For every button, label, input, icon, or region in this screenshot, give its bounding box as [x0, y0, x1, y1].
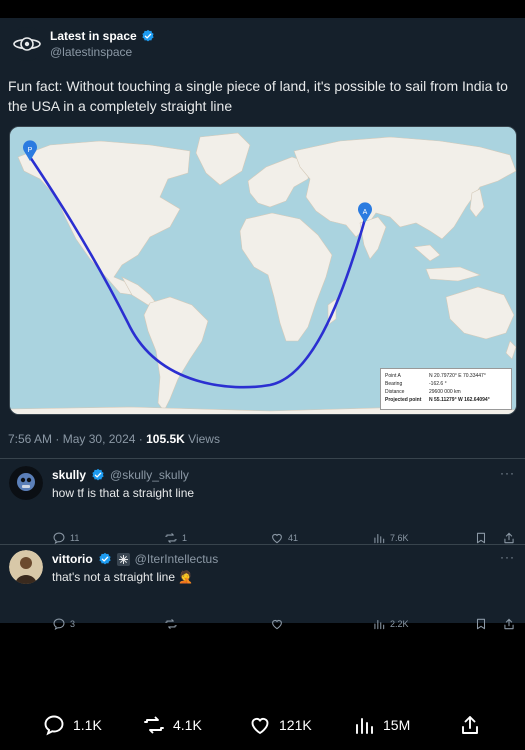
- reply-count: 1.1K: [73, 717, 102, 733]
- post-card: Latest in space @latestinspace Fun fact:…: [0, 18, 525, 631]
- author-block: Latest in space @latestinspace: [50, 29, 155, 59]
- share-icon: [504, 532, 514, 544]
- views-count: 105.5K: [146, 432, 185, 446]
- repost-button[interactable]: 1: [164, 531, 187, 545]
- author-handle[interactable]: @latestinspace: [50, 45, 155, 59]
- views-label: Views: [188, 432, 220, 446]
- reply-author-name[interactable]: vittorio: [52, 552, 93, 566]
- share-button[interactable]: [502, 531, 516, 545]
- views-button[interactable]: 2.2K: [372, 617, 409, 631]
- like-button[interactable]: [270, 617, 288, 631]
- like-icon: [272, 533, 282, 544]
- like-count: 121K: [279, 717, 312, 733]
- views-icon: [356, 718, 373, 734]
- pin-start-label: P: [28, 147, 33, 154]
- divider: [0, 458, 525, 459]
- bookmark-icon: [476, 532, 486, 544]
- views-count: 15M: [383, 717, 411, 733]
- views-icon: [374, 619, 385, 630]
- like-icon: [272, 619, 282, 630]
- reply-author-name[interactable]: skully: [52, 468, 86, 482]
- reply-author-handle[interactable]: @IterIntellectus: [135, 552, 219, 566]
- reply-author-handle[interactable]: @skully_skully: [110, 468, 189, 482]
- reply-button[interactable]: 1.1K: [42, 713, 102, 737]
- map-info-box: Point AN 20.79720° E 70.33447° Bearing -1…: [380, 368, 512, 410]
- repost-icon: [144, 716, 164, 734]
- share-button[interactable]: [502, 617, 516, 631]
- reply-icon: [53, 532, 65, 545]
- affiliate-badge-icon: [116, 552, 130, 566]
- reply-button[interactable]: 3: [52, 617, 75, 631]
- repost-button[interactable]: 4.1K: [142, 713, 202, 737]
- share-button[interactable]: [458, 713, 482, 737]
- verified-icon: [142, 29, 154, 42]
- route-map-image[interactable]: P A Point AN 20.79720° E 70.33447° Beari…: [9, 126, 517, 415]
- bookmark-button[interactable]: [474, 531, 488, 545]
- bookmark-icon: [476, 618, 486, 630]
- author-name[interactable]: Latest in space: [50, 29, 137, 43]
- pin-end-label: A: [363, 209, 368, 216]
- more-options-button[interactable]: ···: [500, 466, 515, 480]
- share-icon: [504, 618, 514, 630]
- post-text: Fun fact: Without touching a single piec…: [8, 78, 508, 114]
- repost-button[interactable]: [164, 617, 182, 631]
- bookmark-button[interactable]: [474, 617, 488, 631]
- bottom-action-bar: 1.1K 4.1K 121K 15M: [0, 705, 525, 745]
- post-time[interactable]: 7:56 AM: [8, 432, 52, 446]
- reply-button[interactable]: 11: [52, 531, 79, 545]
- share-icon: [462, 716, 478, 734]
- more-options-button[interactable]: ···: [500, 550, 515, 564]
- repost-icon: [165, 619, 177, 629]
- reply-text: how tf is that a straight line: [52, 486, 195, 500]
- like-button[interactable]: 121K: [248, 713, 312, 737]
- views-icon: [374, 533, 385, 544]
- reply-text: that's not a straight line 🤦: [52, 570, 194, 584]
- reply-icon: [44, 715, 64, 736]
- repost-count: 4.1K: [173, 717, 202, 733]
- verified-icon: [99, 552, 111, 565]
- reply-icon: [53, 618, 65, 631]
- post-meta: 7:56 AM · May 30, 2024 · 105.5K Views: [8, 432, 220, 446]
- post-date[interactable]: May 30, 2024: [63, 432, 136, 446]
- views-button[interactable]: 7.6K: [372, 531, 409, 545]
- repost-icon: [165, 533, 177, 543]
- avatar[interactable]: [9, 550, 43, 584]
- galaxy-logo-icon[interactable]: [10, 27, 44, 61]
- views-button[interactable]: 15M: [352, 713, 410, 737]
- like-icon: [251, 717, 269, 735]
- reply-actions: 3 2.2K: [52, 617, 522, 633]
- avatar[interactable]: [9, 466, 43, 500]
- divider: [0, 544, 525, 545]
- verified-icon: [92, 468, 104, 481]
- like-button[interactable]: 41: [270, 531, 298, 545]
- post-header: Latest in space @latestinspace: [10, 26, 155, 62]
